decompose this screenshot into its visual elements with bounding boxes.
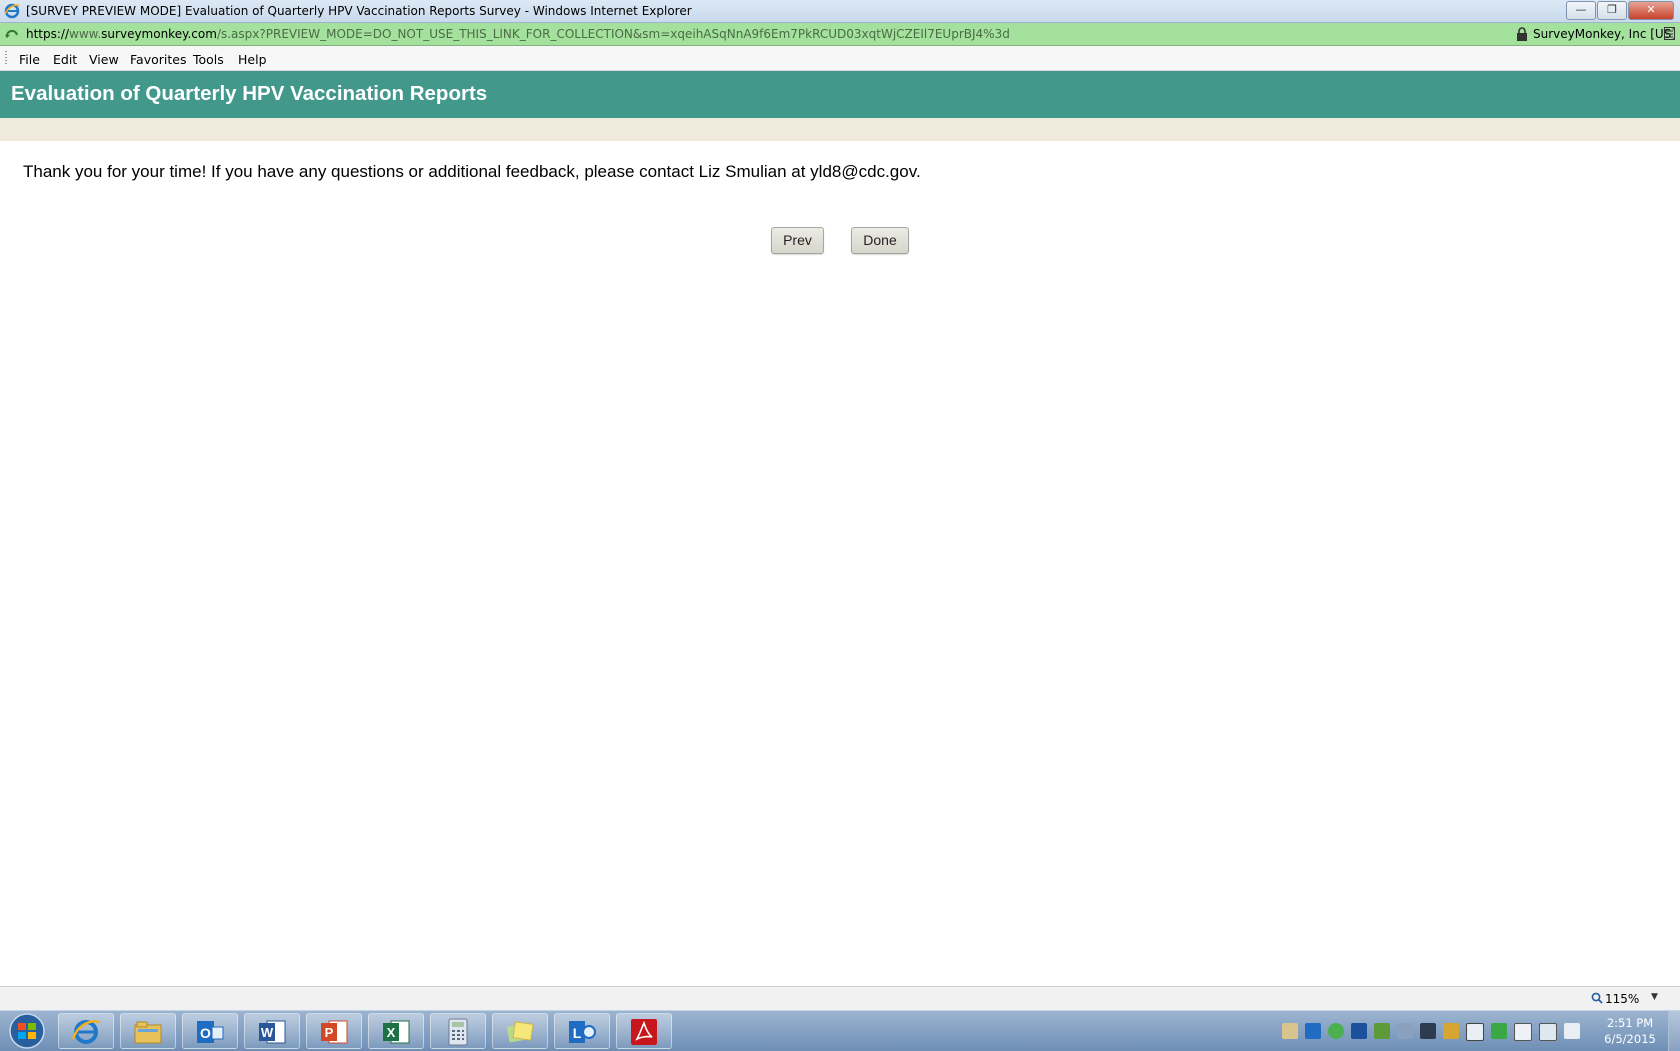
window-title-bar: [SURVEY PREVIEW MODE] Evaluation of Quar… [0, 0, 1680, 23]
taskbar-internet-explorer[interactable] [58, 1013, 114, 1049]
calculator-icon [448, 1018, 468, 1046]
network-tool-icon[interactable] [1397, 1023, 1413, 1039]
bluetooth-icon[interactable] [1351, 1023, 1367, 1039]
taskbar-word[interactable]: W [244, 1013, 300, 1049]
window-title: [SURVEY PREVIEW MODE] Evaluation of Quar… [26, 4, 692, 18]
menu-file[interactable]: File [19, 52, 40, 67]
done-button[interactable]: Done [851, 227, 909, 254]
outlook-icon: O [197, 1021, 224, 1043]
security-shield-icon[interactable] [1374, 1023, 1390, 1039]
zoom-level[interactable]: 115% [1605, 992, 1639, 1006]
menu-favorites[interactable]: Favorites [130, 52, 186, 67]
taskbar-powerpoint[interactable]: P [306, 1013, 362, 1049]
mail-icon[interactable] [1282, 1023, 1298, 1039]
start-button[interactable] [3, 1012, 51, 1050]
survey-header: Evaluation of Quarterly HPV Vaccination … [0, 71, 1680, 118]
url-path: /s.aspx?PREVIEW_MODE=DO_NOT_USE_THIS_LIN… [216, 27, 1010, 41]
menu-tools[interactable]: Tools [193, 52, 224, 67]
page-refresh-icon[interactable] [4, 26, 20, 42]
toolbar-grip[interactable] [5, 51, 7, 65]
lock-icon[interactable] [1516, 27, 1528, 41]
taskbar-outlook[interactable]: O [182, 1013, 238, 1049]
url-host: surveymonkey.com [101, 27, 217, 41]
compatibility-view-icon[interactable] [1664, 27, 1675, 40]
minimize-icon[interactable]: — [1566, 1, 1596, 20]
network-icon[interactable] [1539, 1023, 1557, 1041]
menu-bar: File Edit View Favorites Tools Help [0, 46, 1680, 71]
svg-text:P: P [325, 1025, 334, 1040]
taskbar-adobe-acrobat[interactable] [616, 1013, 672, 1049]
survey-header-band [0, 118, 1680, 141]
internet-explorer-icon [4, 3, 20, 19]
clock-date: 6/5/2015 [1604, 1032, 1656, 1046]
certificate-owner[interactable]: SurveyMonkey, Inc [US] [1533, 27, 1676, 41]
close-icon[interactable]: ✕ [1628, 1, 1674, 20]
excel-icon: X [383, 1020, 410, 1044]
internet-explorer-icon [71, 1020, 101, 1044]
word-icon: W [259, 1020, 286, 1044]
restore-icon[interactable]: ❐ [1597, 1, 1627, 20]
outlook-tray-icon[interactable] [1305, 1023, 1321, 1039]
clock-time: 2:51 PM [1606, 1016, 1654, 1030]
usb-icon[interactable] [1514, 1023, 1532, 1041]
show-desktop-button[interactable] [1668, 1011, 1680, 1051]
sticky-notes-icon [506, 1021, 534, 1043]
taskbar-excel[interactable]: X [368, 1013, 424, 1049]
adobe-acrobat-icon [631, 1019, 657, 1045]
menu-edit[interactable]: Edit [53, 52, 77, 67]
taskbar-lync[interactable]: L [554, 1013, 610, 1049]
sync-icon[interactable] [1328, 1023, 1344, 1039]
taskbar-calculator[interactable] [430, 1013, 486, 1049]
powerpoint-icon: P [321, 1020, 348, 1044]
url-subdomain: www. [69, 27, 102, 41]
system-tray [1282, 1023, 1580, 1041]
svg-text:O: O [200, 1025, 211, 1041]
monitor-icon[interactable] [1466, 1023, 1484, 1041]
survey-title: Evaluation of Quarterly HPV Vaccination … [11, 82, 488, 105]
taskbar-clock[interactable]: 2:51 PM 6/5/2015 [1600, 1015, 1660, 1047]
thank-you-message: Thank you for your time! If you have any… [23, 162, 921, 181]
folder-icon [134, 1021, 162, 1044]
lync-icon: L [569, 1021, 596, 1043]
menu-help[interactable]: Help [238, 52, 267, 67]
zoom-dropdown-icon[interactable]: ▼ [1651, 992, 1658, 1002]
taskbar-sticky-notes[interactable] [492, 1013, 548, 1049]
status-bar: 115% ▼ [0, 986, 1680, 1011]
zoom-icon[interactable] [1591, 992, 1603, 1004]
green-shield-icon[interactable] [1491, 1023, 1507, 1039]
svg-text:L: L [573, 1025, 582, 1041]
menu-view[interactable]: View [89, 52, 119, 67]
taskbar-file-explorer[interactable] [120, 1013, 176, 1049]
display-icon[interactable] [1420, 1023, 1436, 1039]
prev-button[interactable]: Prev [771, 227, 824, 254]
window-controls: — ❐ ✕ [1565, 1, 1674, 20]
url-protocol: https:// [26, 27, 70, 41]
lock-tray-icon[interactable] [1443, 1023, 1459, 1039]
url-text[interactable]: https://www.surveymonkey.com/s.aspx?PREV… [26, 27, 1010, 41]
address-bar[interactable]: https://www.surveymonkey.com/s.aspx?PREV… [0, 23, 1680, 46]
volume-icon[interactable] [1564, 1023, 1580, 1039]
svg-text:X: X [387, 1025, 396, 1040]
taskbar: O W P X L 2:51 PM 6/5/2015 [0, 1010, 1680, 1051]
svg-text:W: W [261, 1025, 274, 1040]
